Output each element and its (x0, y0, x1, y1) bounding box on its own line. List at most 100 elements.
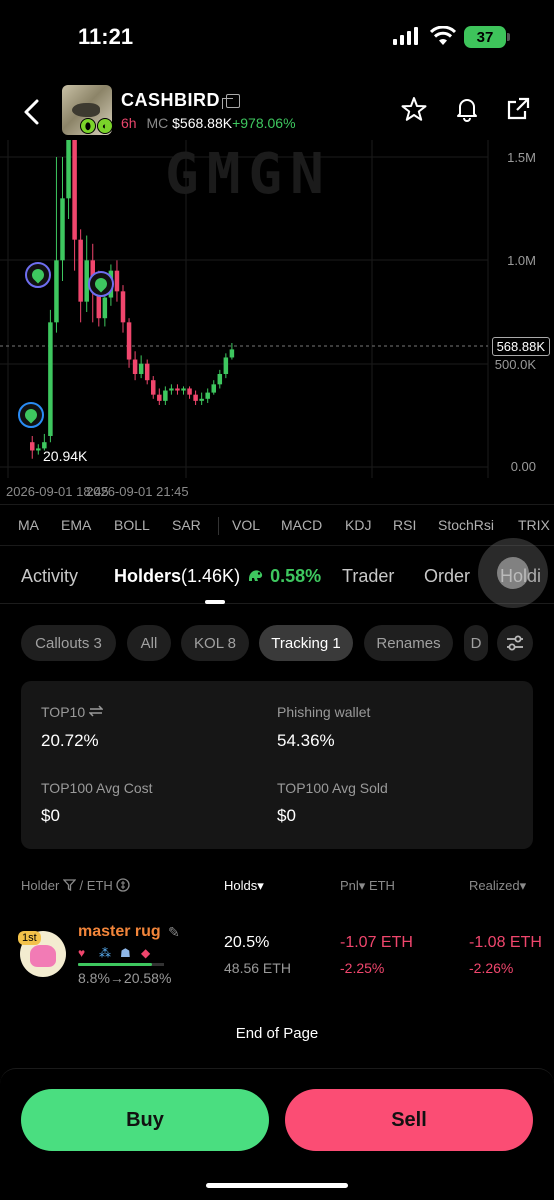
avg-sold-value: $0 (277, 806, 296, 825)
filter-kol[interactable]: KOL 8 (181, 625, 249, 661)
token-age: 6h (121, 115, 137, 131)
avg-cost-value: $0 (41, 806, 60, 825)
trade-marker-icon[interactable] (18, 402, 44, 428)
current-price-tag: 568.88K (491, 337, 550, 356)
column-header-realized[interactable]: Realized▾ (469, 878, 526, 894)
token-badges: ⬮ ◐ (80, 118, 113, 134)
table-row[interactable]: 1st master rug ✎ ♥ ⁂ ☗ ◆ 8.8%→20.58% 20.… (0, 915, 554, 995)
filter-all[interactable]: All (127, 625, 171, 661)
mc-value: $568.88K (172, 115, 233, 131)
indicator-ema[interactable]: EMA (61, 517, 91, 533)
battery-nub (507, 33, 510, 41)
heart-icon: ♥ (78, 946, 86, 960)
candle-body (120, 291, 126, 323)
candle-body (181, 388, 186, 391)
star-icon[interactable] (401, 96, 427, 122)
sell-button[interactable]: Sell (285, 1089, 533, 1151)
chameleon-icon (249, 570, 263, 581)
back-arrow-icon[interactable] (22, 98, 42, 126)
bird-image (72, 103, 100, 117)
avg-sold-label: TOP100 Avg Sold (277, 780, 388, 796)
avg-cost-label: TOP100 Avg Cost (41, 780, 153, 796)
hold-change: 8.8%→20.58% (78, 970, 172, 986)
tab-order[interactable]: Order (424, 566, 470, 587)
y-tick-label: 1.0M (507, 253, 536, 268)
column-header-holder[interactable]: Holder / ETH (21, 878, 131, 893)
pump-badge-icon: ⬮ (80, 118, 96, 134)
dex-badge-icon: ◐ (97, 118, 113, 134)
candle-body (163, 390, 168, 401)
tab-holders[interactable]: Holders(1.46K) 0.58% (114, 566, 321, 587)
candle-body (187, 388, 192, 395)
tab-activity[interactable]: Activity (21, 566, 78, 587)
copy-icon[interactable] (222, 94, 240, 109)
candle-body (169, 388, 174, 391)
y-tick-label: 500.0K (494, 357, 536, 372)
holder-name[interactable]: master rug (78, 923, 161, 941)
rank-badge: 1st (18, 931, 41, 945)
share-icon[interactable] (505, 96, 531, 122)
indicator-divider (218, 517, 219, 535)
candle-body (66, 140, 71, 199)
tab-trader[interactable]: Trader (342, 566, 394, 587)
tab-holders-count: (1.46K) (181, 566, 241, 586)
holds-pct: 20.5% (224, 934, 270, 951)
candle-body (211, 384, 216, 393)
indicator-ma[interactable]: MA (18, 517, 39, 533)
price-chart[interactable]: GMGN 1.5M 1.0M 500.0K 0.00 568.88K 20.94… (0, 140, 554, 504)
candle-body (199, 398, 204, 401)
filter-callouts[interactable]: Callouts 3 (21, 625, 116, 661)
cellular-signal-icon (393, 27, 418, 45)
column-header-holds[interactable]: Holds▾ (224, 878, 264, 894)
mc-label: MC (146, 115, 169, 131)
stack-icon: ◆ (141, 946, 151, 960)
filter-more[interactable]: D (464, 625, 488, 661)
bell-icon[interactable] (454, 96, 480, 122)
fish-icon: ⁂ (99, 946, 111, 960)
indicator-bar: MA EMA BOLL SAR VOL MACD KDJ RSI StochRs… (0, 504, 554, 546)
currency-toggle-icon[interactable] (116, 878, 131, 892)
trade-marker-icon[interactable] (88, 271, 114, 297)
candle-body (138, 363, 144, 374)
candle-body (102, 297, 108, 319)
candle-body (114, 270, 120, 292)
indicator-rsi[interactable]: RSI (393, 517, 416, 533)
column-header-pnl[interactable]: Pnl▾ ETH (340, 878, 395, 894)
token-header: ⬮ ◐ CASHBIRD 6h MC $568.88K+978.06% (0, 80, 554, 140)
candle-body (48, 322, 53, 436)
holds-eth: 48.56 ETH (224, 960, 291, 976)
token-meta: 6h MC $568.88K+978.06% (121, 115, 296, 131)
candle-body (175, 388, 180, 391)
indicator-stochrsi[interactable]: StochRsi (438, 517, 494, 533)
edit-icon[interactable]: ✎ (168, 924, 180, 941)
top10-label: TOP10 (41, 704, 104, 720)
indicator-boll[interactable]: BOLL (114, 517, 150, 533)
filter-icon[interactable] (62, 879, 77, 892)
candle-body (217, 374, 223, 385)
phishing-value: 54.36% (277, 731, 335, 750)
filter-settings-button[interactable] (497, 625, 533, 661)
floating-assistive-button[interactable] (478, 538, 548, 608)
indicator-kdj[interactable]: KDJ (345, 517, 371, 533)
candle-body (144, 363, 150, 381)
bot-icon: ☗ (120, 946, 131, 960)
candle-body (126, 322, 132, 360)
filter-tracking[interactable]: Tracking 1 (259, 625, 353, 661)
candle-body (36, 448, 41, 451)
buy-button[interactable]: Buy (21, 1089, 269, 1151)
candle-body (157, 394, 162, 401)
candle-body (193, 394, 198, 401)
indicator-macd[interactable]: MACD (281, 517, 322, 533)
phishing-label: Phishing wallet (277, 704, 371, 720)
indicator-vol[interactable]: VOL (232, 517, 260, 533)
trade-marker-icon[interactable] (25, 262, 51, 288)
holder-tags: ♥ ⁂ ☗ ◆ (78, 946, 156, 960)
sliders-icon (507, 635, 523, 651)
indicator-sar[interactable]: SAR (172, 517, 201, 533)
hold-bar-fill (78, 963, 153, 966)
filter-renames[interactable]: Renames (364, 625, 453, 661)
realized-eth: -1.08 ETH (469, 934, 542, 951)
swap-icon[interactable] (88, 705, 104, 717)
battery-indicator: 37 (464, 26, 506, 48)
indicator-trix[interactable]: TRIX (518, 517, 550, 533)
